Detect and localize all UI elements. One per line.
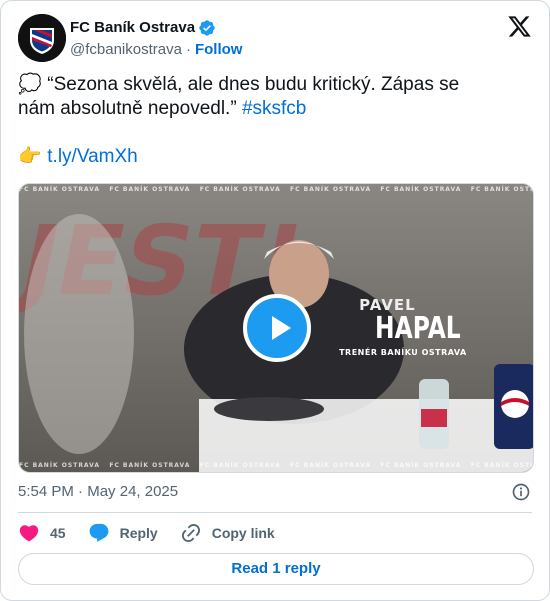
thought-balloon-icon: 💭 (18, 74, 42, 95)
overlay-role: TRENÉR BANÍKU OSTRAVA (339, 348, 467, 357)
author-names: FC Baník Ostrava @fcbanikostrava · Follo… (70, 18, 242, 59)
short-url-link[interactable]: t.ly/VamXh (47, 146, 137, 167)
tweet-time: 5:54 PM (18, 483, 74, 500)
author-display-name[interactable]: FC Baník Ostrava (70, 19, 195, 36)
reply-button[interactable]: Reply (88, 522, 158, 544)
handle-separator: · (185, 41, 191, 58)
video-ticker-bottom: FC BANÍK OSTRAVA FC BANÍK OSTRAVA FC BAN… (19, 462, 533, 469)
club-crest-icon (18, 14, 66, 62)
copy-link-button[interactable]: Copy link (180, 522, 275, 544)
tweet-date: May 24, 2025 (87, 483, 179, 500)
read-replies-button[interactable]: Read 1 reply (18, 553, 534, 585)
reply-bubble-icon (89, 523, 108, 542)
like-count: 45 (50, 525, 66, 541)
overlay-last-name: HAPAL (375, 311, 461, 346)
tweet-timestamp[interactable]: 5:54 PM · May 24, 2025 (18, 483, 178, 500)
tweet-text: 💭 “Sezona skvělá, ale dnes budu kritický… (18, 73, 518, 169)
info-icon[interactable] (511, 482, 531, 502)
pointing-hand-icon: 👉 (18, 146, 42, 167)
action-bar: 45 Reply Copy link (18, 522, 297, 544)
reply-label: Reply (119, 525, 158, 541)
x-logo-icon[interactable] (507, 14, 532, 39)
author-handle[interactable]: @fcbanikostrava (70, 41, 182, 58)
timestamp-separator: · (78, 483, 84, 500)
divider (18, 512, 532, 513)
video-player[interactable]: JEST! FC BANÍK OSTRAVA FC BANÍK OSTRAVA … (18, 183, 534, 473)
tweet-card: FC Baník Ostrava @fcbanikostrava · Follo… (0, 0, 550, 601)
heart-icon (19, 525, 39, 542)
copy-link-label: Copy link (211, 525, 275, 541)
tweet-text-line-2: nám absolutně nepovedl.” (18, 98, 237, 119)
tweet-header: FC Baník Ostrava @fcbanikostrava · Follo… (18, 14, 532, 62)
verified-badge-icon (199, 19, 215, 36)
video-name-overlay: PAVEL HAPAL TRENÉR BANÍKU OSTRAVA (339, 296, 485, 357)
follow-link[interactable]: Follow (195, 41, 243, 58)
hashtag-link[interactable]: #sksfcb (242, 98, 306, 119)
play-button[interactable] (243, 294, 311, 362)
like-button[interactable]: 45 (18, 522, 66, 544)
avatar[interactable] (18, 14, 66, 62)
video-ticker-top: FC BANÍK OSTRAVA FC BANÍK OSTRAVA FC BAN… (19, 186, 533, 193)
tweet-text-line-1: “Sezona skvělá, ale dnes budu kritický. … (47, 74, 460, 95)
link-icon (181, 523, 200, 543)
